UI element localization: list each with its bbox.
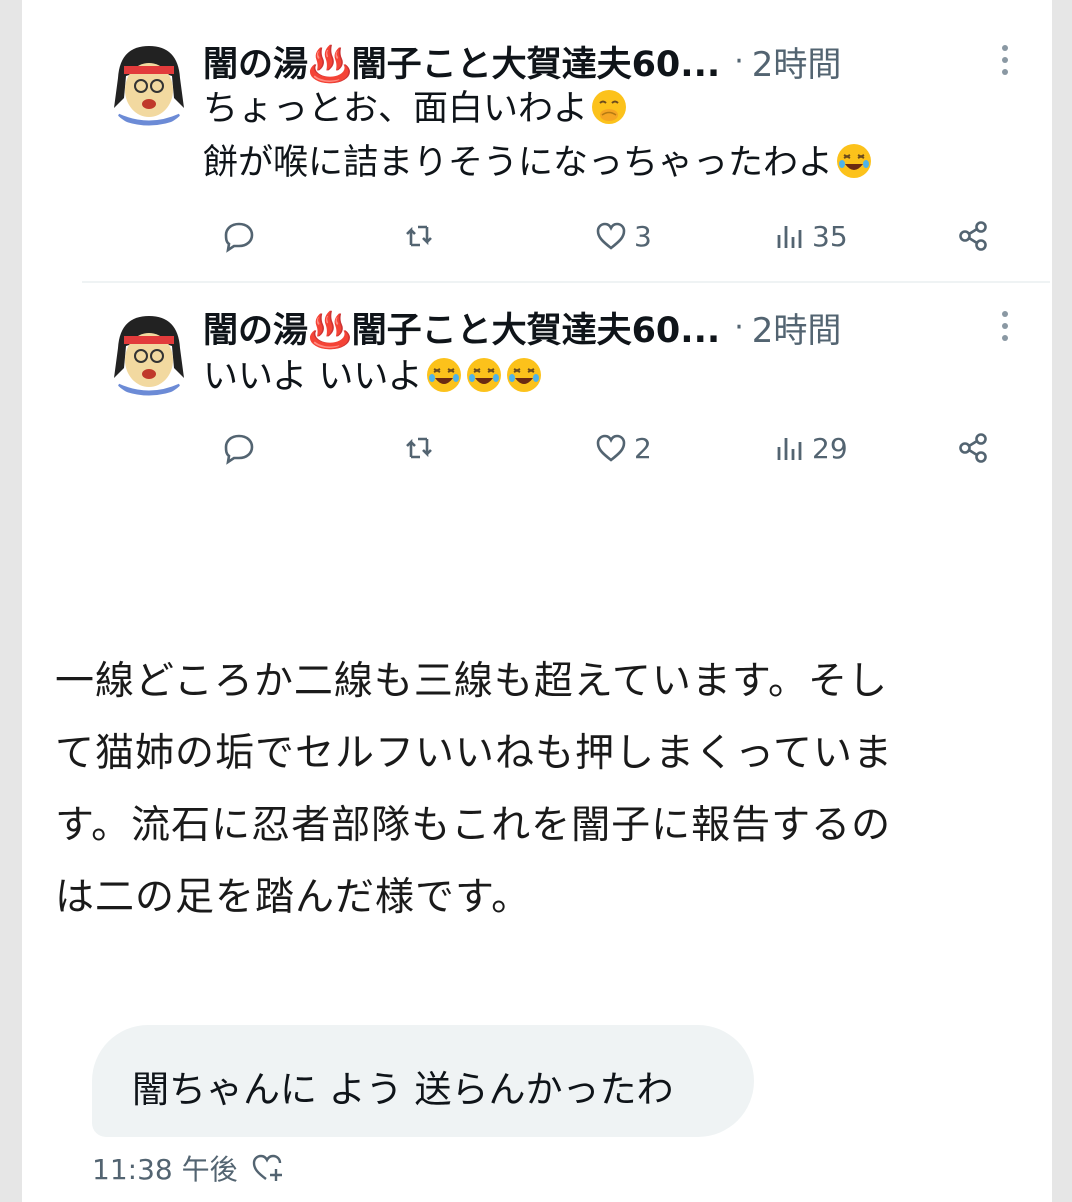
tweet-1[interactable]: 闇の湯♨️闇子こと大賀達夫60... · 2時間 ちょっとお、面白いわよ 餅が喉… [82, 0, 1050, 280]
share-icon [959, 221, 987, 251]
share-button[interactable] [956, 214, 990, 258]
view-count: 29 [812, 431, 848, 465]
paragraph-line: て猫姉の垢でセルフいいねも押しまくっていま [55, 731, 894, 776]
tweet-text: いいよ いいよ [203, 350, 543, 404]
tweet-line: ちょっとお、面白いわよ [203, 89, 589, 129]
divider [82, 281, 1050, 283]
like-count: 3 [634, 219, 652, 253]
more-vertical-icon[interactable] [998, 308, 1012, 344]
rolling-laughing-emoji-icon [425, 356, 463, 394]
tweet-text: ちょっとお、面白いわよ 餅が喉に詰まりそうになっちゃったわよ [203, 82, 873, 190]
author-name[interactable]: 闇の湯♨️闇子こと大賀達夫60... [203, 302, 720, 353]
message-text: 闇ちゃんに よう 送らんかったわ [132, 1068, 674, 1111]
message-time: 11:38 午後 [92, 1153, 238, 1186]
separator: · [734, 309, 744, 345]
tweet-header: 闇の湯♨️闇子こと大賀達夫60... · 2時間 [203, 36, 841, 86]
paragraph-line: は二の足を踏んだ様です。 [55, 875, 532, 920]
tweet-2[interactable]: 闇の湯♨️闇子こと大賀達夫60... · 2時間 いいよ いいよ 2 29 [82, 284, 1050, 489]
reply-button[interactable] [222, 214, 256, 258]
heart-icon [596, 222, 626, 250]
share-icon [959, 433, 987, 463]
author-name[interactable]: 闇の湯♨️闇子こと大賀達夫60... [203, 36, 720, 87]
like-count: 2 [634, 431, 652, 465]
add-reaction-icon[interactable] [250, 1151, 284, 1185]
retweet-button[interactable] [402, 214, 436, 258]
hand-over-mouth-emoji-icon [590, 88, 628, 126]
views-button[interactable]: 35 [772, 214, 848, 258]
avatar[interactable] [104, 38, 194, 128]
view-count: 35 [812, 219, 848, 253]
tweet-line: いいよ いいよ [203, 357, 423, 397]
reply-icon [224, 434, 254, 465]
paragraph-line: 一線どころか二線も三線も超えています。そし [55, 659, 888, 704]
message-bubble[interactable]: 闇ちゃんに よう 送らんかったわ [92, 1025, 754, 1137]
rolling-laughing-emoji-icon [465, 356, 503, 394]
rolling-laughing-emoji-icon [835, 142, 873, 180]
views-icon [777, 226, 802, 248]
page: 闇の湯♨️闇子こと大賀達夫60... · 2時間 ちょっとお、面白いわよ 餅が喉… [22, 0, 1052, 1202]
tweet-actions: 3 35 [222, 214, 1012, 258]
message-meta: 11:38 午後 [92, 1148, 284, 1188]
share-button[interactable] [956, 426, 990, 470]
reply-button[interactable] [222, 426, 256, 470]
tweet-line: 餅が喉に詰まりそうになっちゃったわよ [203, 143, 834, 183]
like-button[interactable]: 2 [594, 426, 652, 470]
heart-icon [596, 434, 626, 462]
timestamp[interactable]: 2時間 [752, 303, 842, 352]
timestamp[interactable]: 2時間 [752, 37, 842, 86]
more-vertical-icon[interactable] [998, 42, 1012, 78]
paragraph-line: す。流石に忍者部隊もこれを闇子に報告するの [55, 803, 892, 848]
retweet-button[interactable] [402, 426, 436, 470]
retweet-icon [406, 225, 432, 247]
reply-icon [224, 222, 254, 253]
views-button[interactable]: 29 [772, 426, 848, 470]
rolling-laughing-emoji-icon [505, 356, 543, 394]
like-button[interactable]: 3 [594, 214, 652, 258]
separator: · [734, 43, 744, 79]
avatar[interactable] [104, 308, 194, 398]
article-paragraph: 一線どころか二線も三線も超えています。そし て猫姉の垢でセルフいいねも押しまくっ… [55, 646, 1015, 934]
tweet-actions: 2 29 [222, 426, 1012, 470]
views-icon [777, 438, 802, 460]
tweet-header: 闇の湯♨️闇子こと大賀達夫60... · 2時間 [203, 302, 841, 352]
retweet-icon [406, 437, 432, 459]
